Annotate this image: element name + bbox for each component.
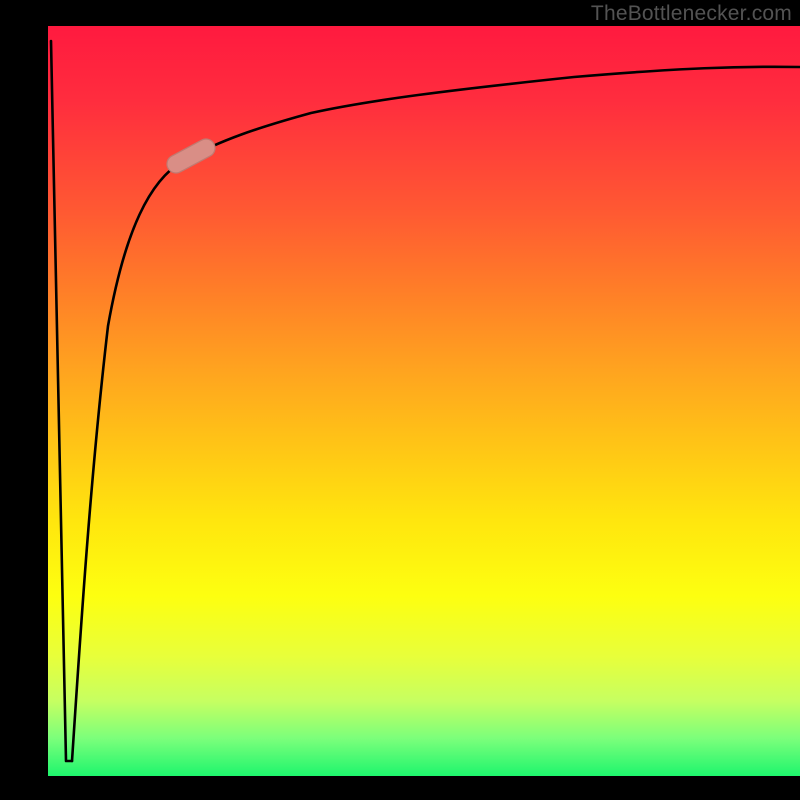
plot-area <box>48 26 800 776</box>
attribution-label: TheBottlenecker.com <box>591 2 792 26</box>
chart-stage: TheBottlenecker.com <box>0 0 800 800</box>
